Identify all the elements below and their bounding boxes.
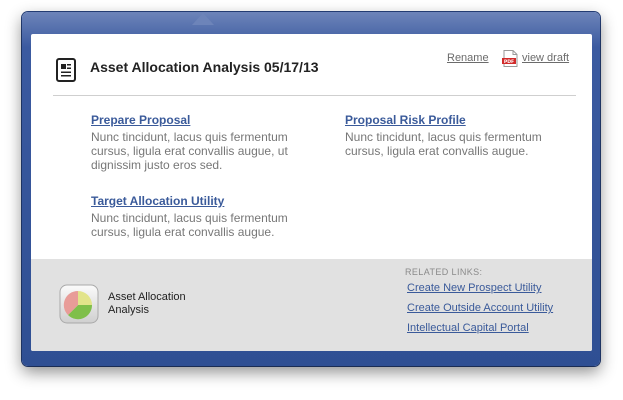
- document-icon: [56, 58, 76, 82]
- rename-link[interactable]: Rename: [447, 52, 489, 64]
- popover-window: Asset Allocation Analysis 05/17/13 Renam…: [22, 12, 600, 366]
- app-name: Asset Allocation Analysis: [108, 291, 208, 317]
- target-allocation-utility-link[interactable]: Target Allocation Utility: [91, 194, 311, 208]
- proposal-risk-profile-link[interactable]: Proposal Risk Profile: [345, 113, 560, 127]
- intellectual-capital-portal-link[interactable]: Intellectual Capital Portal: [407, 322, 529, 334]
- app-name-line-2: Analysis: [108, 304, 149, 316]
- pdf-icon[interactable]: PDF: [502, 50, 518, 67]
- pdf-icon-label: PDF: [504, 59, 514, 65]
- create-outside-account-utility-link[interactable]: Create Outside Account Utility: [407, 302, 553, 314]
- view-draft-link[interactable]: view draft: [522, 52, 569, 64]
- related-links-heading: RELATED LINKS:: [405, 267, 483, 277]
- popover-content: Asset Allocation Analysis 05/17/13 Renam…: [31, 34, 592, 351]
- create-new-prospect-utility-link[interactable]: Create New Prospect Utility: [407, 282, 542, 294]
- proposal-risk-profile-description: Nunc tincidunt, lacus quis fermentum cur…: [345, 130, 542, 158]
- page-title: Asset Allocation Analysis 05/17/13: [90, 59, 319, 75]
- prepare-proposal-link[interactable]: Prepare Proposal: [91, 113, 311, 127]
- prepare-proposal-description: Nunc tincidunt, lacus quis fermentum cur…: [91, 130, 288, 172]
- list-item-target-allocation-utility: Target Allocation Utility Nunc tincidunt…: [91, 194, 311, 239]
- list-item-prepare-proposal: Prepare Proposal Nunc tincidunt, lacus q…: [91, 113, 311, 172]
- app-name-line-1: Asset Allocation: [108, 291, 186, 303]
- footer-area: Asset Allocation Analysis RELATED LINKS:…: [31, 259, 592, 351]
- list-item-proposal-risk-profile: Proposal Risk Profile Nunc tincidunt, la…: [345, 113, 560, 158]
- target-allocation-utility-description: Nunc tincidunt, lacus quis fermentum cur…: [91, 211, 288, 239]
- pie-chart-app-icon[interactable]: [59, 284, 99, 324]
- header-divider: [53, 95, 576, 96]
- popover-pointer: [192, 13, 214, 25]
